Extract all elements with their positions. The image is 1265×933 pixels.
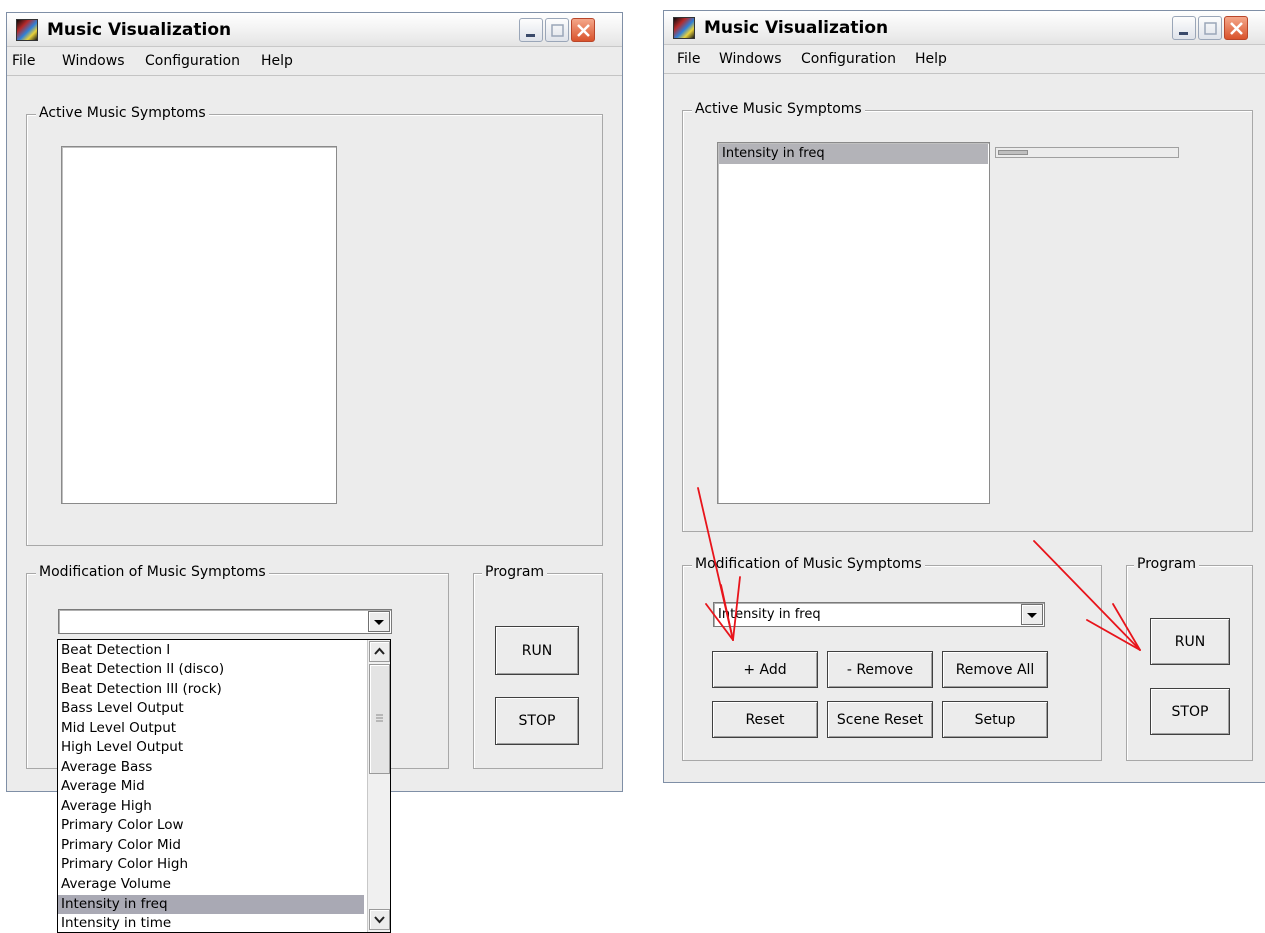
annotation-arrows: [697, 487, 1141, 651]
annotation-arrow: [1033, 540, 1141, 651]
annotation-arrow: [732, 576, 741, 641]
